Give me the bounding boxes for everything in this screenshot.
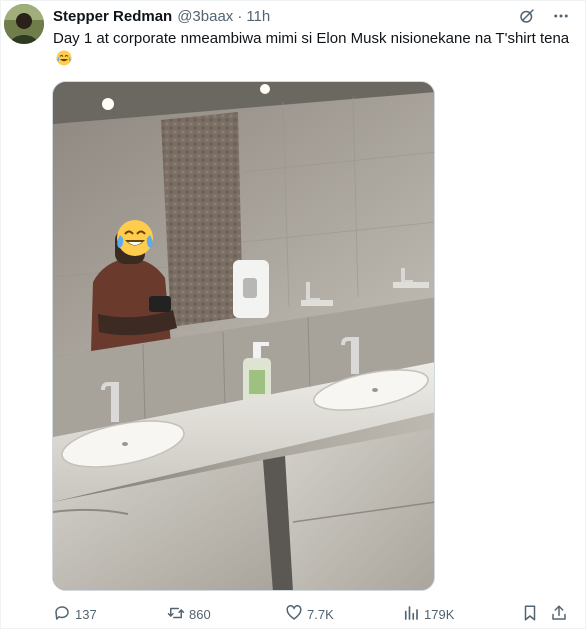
- views-count: 179K: [424, 606, 455, 622]
- retweet-button[interactable]: 860: [167, 603, 211, 625]
- tweet-text: Day 1 at corporate nmeambiwa mimi si Elo…: [53, 28, 573, 70]
- tweet-actions: 137 860 7.7K 179K: [53, 603, 571, 625]
- display-name[interactable]: Stepper Redman: [53, 8, 172, 25]
- user-handle[interactable]: @3baax: [177, 8, 233, 25]
- reply-icon: [53, 604, 71, 625]
- bookmark-icon: [521, 604, 539, 625]
- separator-dot: ·: [237, 7, 243, 25]
- views-icon: [402, 604, 420, 625]
- bathroom-mirror-selfie: [53, 82, 434, 590]
- face-cover-emoji: [117, 220, 153, 256]
- like-button[interactable]: 7.7K: [285, 603, 334, 625]
- tweet-text-content: Day 1 at corporate nmeambiwa mimi si Elo…: [53, 30, 570, 47]
- tweet-photo[interactable]: [52, 81, 435, 591]
- more-icon[interactable]: [551, 6, 571, 26]
- reply-count: 137: [75, 606, 97, 622]
- like-icon: [285, 604, 303, 625]
- retweet-icon: [167, 604, 185, 625]
- like-count: 7.7K: [307, 606, 334, 622]
- grok-icon[interactable]: [517, 6, 537, 26]
- tweet-card[interactable]: Stepper Redman @3baax · 11h Day 1 at cor…: [0, 0, 586, 629]
- avatar[interactable]: [4, 4, 44, 44]
- tweet-header: Stepper Redman @3baax · 11h: [53, 6, 270, 26]
- reply-button[interactable]: 137: [53, 603, 97, 625]
- tears-of-joy-emoji: [56, 50, 72, 66]
- share-button[interactable]: [550, 603, 568, 625]
- retweet-count: 860: [189, 606, 211, 622]
- views-button[interactable]: 179K: [402, 603, 454, 625]
- bookmark-button[interactable]: [521, 603, 539, 625]
- tweet-top-icons: [517, 6, 571, 26]
- share-icon: [550, 604, 568, 625]
- timestamp[interactable]: 11h: [246, 8, 270, 25]
